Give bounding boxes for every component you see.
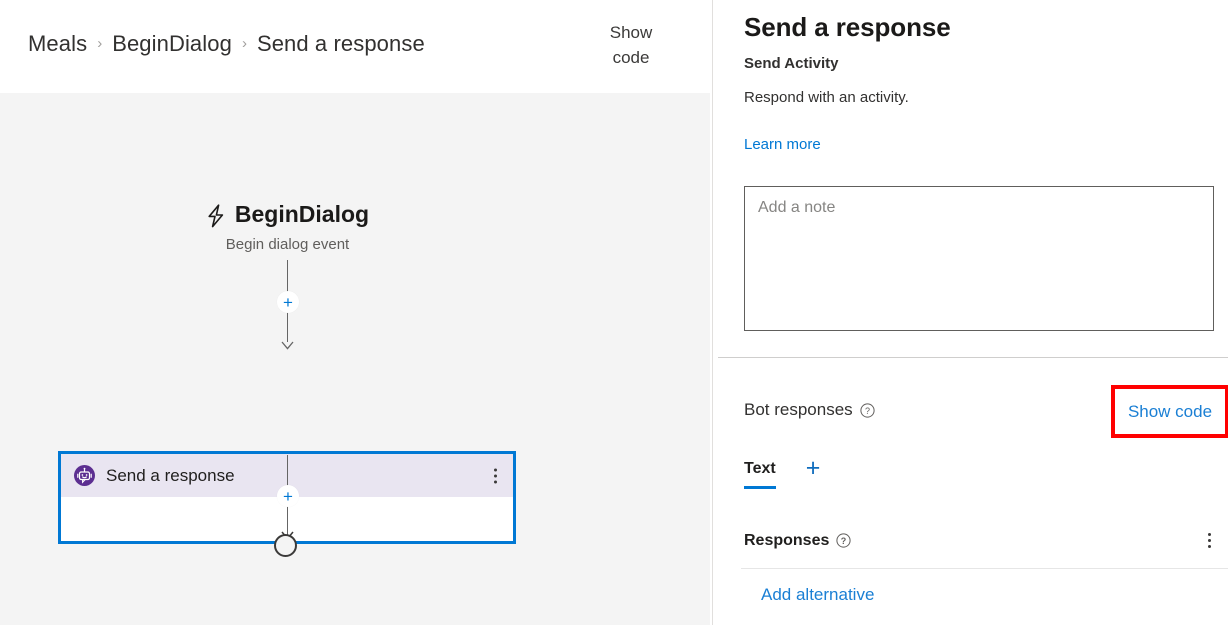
learn-more-link[interactable]: Learn more (744, 136, 821, 153)
breadcrumb-item-begindialog[interactable]: BeginDialog (112, 31, 232, 57)
bot-responses-heading: Bot responses ? (744, 400, 875, 420)
bot-responses-label-text: Bot responses (744, 400, 853, 419)
add-node-button-top[interactable]: + (277, 291, 299, 313)
tab-text[interactable]: Text (744, 460, 776, 489)
action-node-more-menu-icon[interactable] (492, 466, 499, 485)
add-node-button-bottom[interactable]: + (277, 485, 299, 507)
breadcrumb-item-send-a-response[interactable]: Send a response (257, 31, 425, 57)
chevron-right-icon: › (97, 34, 103, 52)
canvas-show-code-line1: Show (609, 23, 653, 42)
action-node-label: Send a response (106, 465, 235, 485)
page-title: Send a response (744, 12, 951, 42)
add-alternative-link[interactable]: Add alternative (761, 585, 874, 605)
trigger-node-subtitle: Begin dialog event (225, 235, 350, 253)
question-circle-icon[interactable]: ? (860, 402, 875, 418)
trigger-node[interactable]: BeginDialog Begin dialog event (0, 201, 575, 253)
add-note-textarea[interactable] (744, 186, 1214, 331)
trigger-node-title-row: BeginDialog (206, 201, 369, 228)
responses-more-menu-icon[interactable] (1205, 530, 1214, 551)
add-response-type-button[interactable]: + (806, 456, 821, 481)
responses-section-header: Responses ? (744, 530, 1214, 551)
flow-canvas[interactable]: BeginDialog Begin dialog event + Send a … (0, 93, 710, 625)
trigger-node-title: BeginDialog (234, 201, 370, 227)
responses-divider (741, 568, 1228, 569)
panel-description: Respond with an activity. (744, 89, 909, 106)
canvas-show-code-button[interactable]: Show code (596, 20, 666, 70)
section-divider-top (718, 357, 1228, 358)
show-code-link[interactable]: Show code (1128, 402, 1212, 422)
breadcrumb: Meals › BeginDialog › Send a response (28, 31, 425, 57)
responses-label-text: Responses (744, 531, 830, 549)
responses-heading: Responses ? (744, 532, 851, 550)
properties-panel: Send a response Send Activity Respond wi… (713, 0, 1228, 625)
arrow-head-top (281, 337, 294, 350)
svg-text:?: ? (841, 536, 847, 546)
breadcrumb-item-meals[interactable]: Meals (28, 31, 87, 57)
panel-subtitle: Send Activity (744, 55, 839, 72)
end-node-icon (274, 534, 297, 557)
chevron-right-icon: › (241, 34, 247, 52)
app-root: Meals › BeginDialog › Send a response Sh… (0, 0, 1228, 625)
svg-text:?: ? (865, 406, 870, 416)
response-type-tabs: Text + (744, 456, 820, 492)
lightning-bolt-icon (206, 203, 226, 228)
bot-response-icon (74, 465, 95, 486)
canvas-toolbar: Meals › BeginDialog › Send a response Sh… (0, 0, 710, 93)
canvas-show-code-line2: code (612, 48, 650, 67)
dialog-canvas-pane: Meals › BeginDialog › Send a response Sh… (0, 0, 710, 625)
show-code-highlight-box: Show code (1111, 385, 1228, 438)
question-circle-icon[interactable]: ? (836, 533, 851, 548)
